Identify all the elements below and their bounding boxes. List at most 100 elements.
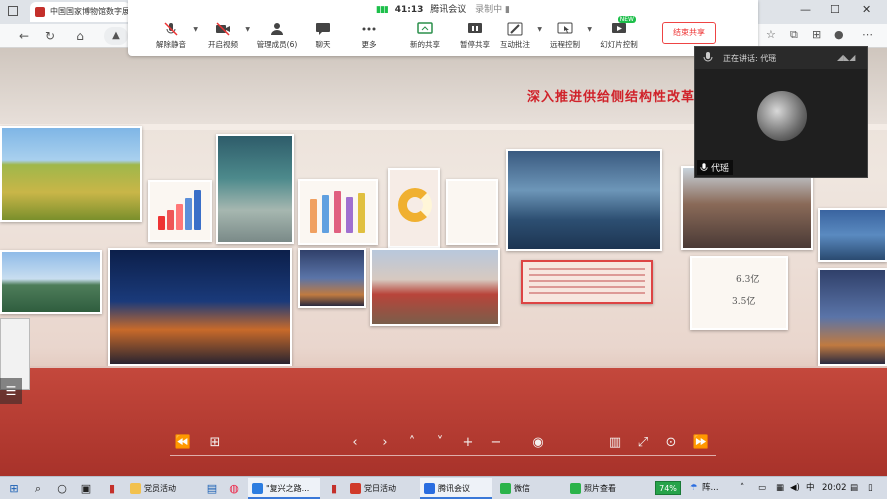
- chevron-down-icon[interactable]: ▼: [245, 26, 250, 33]
- ime-indicator[interactable]: 中: [806, 481, 815, 496]
- panel-rising-bar-chart: [148, 180, 212, 242]
- search-icon[interactable]: ⌕: [30, 481, 46, 496]
- office-icon[interactable]: ▮: [326, 481, 342, 496]
- taskbar-item[interactable]: 党日活动: [346, 478, 416, 499]
- taskbar-item-label: "复兴之路...: [266, 484, 310, 493]
- more-label: 更多: [361, 40, 377, 49]
- photo-viewer-icon: [570, 483, 581, 494]
- taskbar-item[interactable]: "复兴之路...: [248, 478, 320, 499]
- extensions-icon[interactable]: ⊞: [812, 28, 821, 41]
- start-icon[interactable]: ⊞: [6, 481, 22, 496]
- office-icon[interactable]: ▮: [104, 481, 120, 496]
- unmute-button[interactable]: ▼ 解除静音: [146, 22, 198, 50]
- panel-power-grid-photo: [818, 268, 887, 366]
- more-icon: [362, 27, 376, 31]
- maximize-icon[interactable]: ☐: [830, 3, 840, 16]
- weather-icon[interactable]: ☂: [690, 481, 698, 496]
- notification-icon[interactable]: ▤: [850, 481, 858, 496]
- end-share-button[interactable]: 结束共享: [662, 22, 716, 44]
- back-icon[interactable]: ←: [16, 28, 32, 44]
- grid-icon[interactable]: ⊞: [206, 434, 224, 452]
- chrome-icon[interactable]: ◍: [226, 481, 242, 496]
- taskbar-item[interactable]: 党员活动: [126, 478, 196, 499]
- taskbar-item[interactable]: 照片查看: [566, 478, 640, 499]
- chevron-down-icon[interactable]: ▼: [587, 26, 592, 33]
- security-warning-icon[interactable]: ▲: [104, 27, 128, 45]
- panel-mountain-photo: [0, 250, 102, 314]
- start-video-button[interactable]: ▼ 开启视频: [198, 22, 250, 50]
- favorites-icon[interactable]: ☆: [766, 28, 776, 41]
- display-tray-icon[interactable]: ▦: [776, 481, 784, 496]
- remote-control-button[interactable]: ▼ 远程控制: [540, 22, 592, 50]
- tray-overflow-icon[interactable]: ˄: [740, 481, 744, 496]
- panel-column-chart: [298, 179, 378, 245]
- remote-control-icon: [557, 22, 573, 34]
- reload-icon[interactable]: ↻: [42, 28, 58, 44]
- weather-text[interactable]: 阵...: [702, 481, 719, 496]
- volume-icon[interactable]: ◀): [790, 481, 800, 496]
- close-window-icon[interactable]: ✕: [862, 3, 871, 16]
- speaker-video-window[interactable]: 正在讲话: 代瑶 ◢◣◢ 代瑶: [694, 46, 868, 178]
- avatar: [757, 91, 807, 141]
- tab-actions-icon[interactable]: [8, 6, 18, 16]
- viewer-side-menu-button[interactable]: ☰: [0, 378, 22, 404]
- map-icon[interactable]: ▥: [606, 434, 624, 452]
- panel-container-port-photo: [370, 248, 500, 326]
- show-desktop-icon[interactable]: ▯: [868, 481, 873, 496]
- favicon-icon: [35, 7, 45, 17]
- zoom-in-icon[interactable]: +: [459, 434, 477, 452]
- tencent-meeting-icon: [424, 483, 435, 494]
- taskbar-item[interactable]: 腾讯会议: [420, 478, 492, 499]
- chat-button[interactable]: 聊天: [298, 22, 348, 50]
- taskbar-item-label: 微信: [514, 484, 530, 493]
- new-share-button[interactable]: 新的共享: [400, 22, 450, 50]
- annotate-button[interactable]: ▼ 互动批注: [490, 22, 542, 50]
- remote-control-label: 远程控制: [550, 40, 580, 49]
- speaking-label: 正在讲话: 代瑶: [723, 54, 777, 63]
- prev-icon[interactable]: ‹: [346, 434, 364, 452]
- clock[interactable]: 20:02: [822, 481, 847, 496]
- collections-icon[interactable]: ⧉: [790, 28, 798, 42]
- up-icon[interactable]: ˄: [403, 434, 421, 452]
- home-icon[interactable]: ⌂: [72, 28, 88, 44]
- video-off-icon: [216, 22, 230, 36]
- browser-menu-icon[interactable]: ⋯: [862, 28, 873, 41]
- battery-indicator[interactable]: 74%: [655, 481, 681, 495]
- panel-policy-text: [521, 260, 653, 304]
- slides-control-label: 幻灯片控制: [600, 40, 638, 49]
- forward-icon[interactable]: ⏩: [692, 434, 710, 452]
- meeting-timer: 41:13: [394, 5, 424, 15]
- download-icon[interactable]: ⊙: [662, 434, 680, 452]
- widgets-icon[interactable]: ▣: [78, 481, 94, 496]
- panel-harvest-photo: [0, 126, 142, 222]
- new-share-label: 新的共享: [410, 40, 440, 49]
- members-icon: [271, 23, 283, 35]
- task-view-icon[interactable]: ○: [54, 481, 70, 496]
- browser-tab[interactable]: 中国国家博物馆数字展厅: [30, 2, 130, 22]
- network-tray-icon[interactable]: ▭: [758, 481, 766, 496]
- chat-icon: [316, 23, 330, 35]
- pause-share-icon: [468, 23, 482, 33]
- taskbar-item-label: 照片查看: [584, 484, 616, 493]
- slides-control-button[interactable]: NEW 幻灯片控制: [594, 16, 644, 50]
- wps-icon: [350, 483, 361, 494]
- fullscreen-icon[interactable]: ⤢: [634, 434, 652, 452]
- panel-meeting-photo: [818, 208, 887, 262]
- rewind-icon[interactable]: ⏪: [174, 434, 192, 452]
- windows-taskbar: ⊞ ⌕ ○ ▣ ▮ 党员活动 ▤ ◍ "复兴之路... ▮ 党日活动 腾讯会议 …: [0, 476, 887, 499]
- more-button[interactable]: 更多: [344, 22, 394, 50]
- panel-steel-plant-photo: [681, 166, 813, 250]
- taskbar-item[interactable]: 微信: [496, 478, 562, 499]
- slides-icon: [612, 23, 626, 33]
- next-icon[interactable]: ›: [376, 434, 394, 452]
- down-icon[interactable]: ˅: [431, 434, 449, 452]
- panel-press-machine-photo: [216, 134, 294, 244]
- profile-icon[interactable]: ●: [834, 28, 844, 41]
- store-icon[interactable]: ▤: [204, 481, 220, 496]
- manage-members-button[interactable]: 管理成员(6): [252, 22, 302, 50]
- eye-icon[interactable]: ◉: [526, 434, 550, 452]
- mic-icon: [700, 163, 708, 171]
- red-carpet-floor: [0, 368, 887, 476]
- zoom-out-icon[interactable]: −: [487, 434, 505, 452]
- minimize-icon[interactable]: —: [800, 3, 811, 16]
